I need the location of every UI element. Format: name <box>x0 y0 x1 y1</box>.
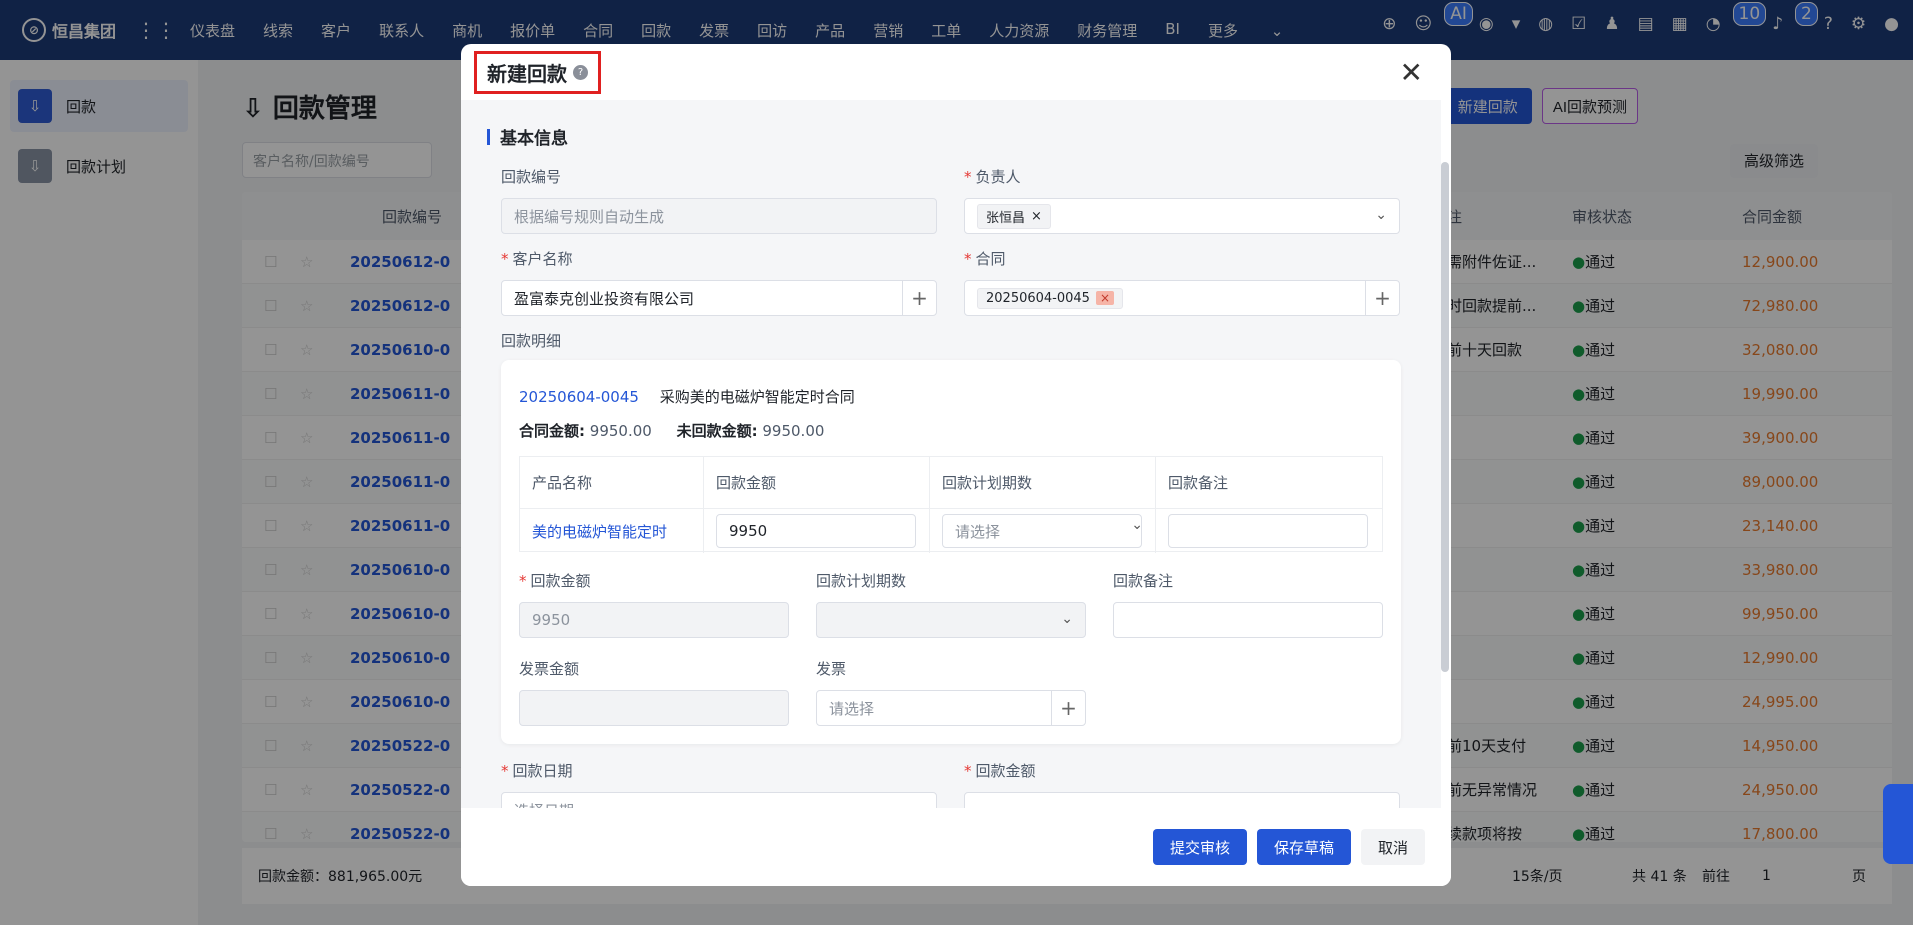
add-customer-icon[interactable]: + <box>902 281 936 315</box>
add-invoice-icon[interactable]: + <box>1051 691 1085 725</box>
col-remark: 回款备注 <box>1168 474 1229 492</box>
customer-field[interactable]: 盈富泰克创业投资有限公司 + <box>501 280 937 316</box>
dialog-header: 新建回款 ? ✕ <box>461 44 1451 100</box>
payment-detail-card: 20250604-0045 采购美的电磁炉智能定时合同 合同金额: 9950.0… <box>501 360 1401 744</box>
cancel-button[interactable]: 取消 <box>1360 829 1425 865</box>
plan-select[interactable]: ⌄ <box>816 602 1086 638</box>
amount-label-text: 回款金额 <box>530 572 591 590</box>
dialog-title: 新建回款 <box>487 62 567 86</box>
contract-label: * 合同 <box>964 250 1006 268</box>
chevron-down-icon: ⌄ <box>1375 207 1387 223</box>
invoice-placeholder: 请选择 <box>829 699 875 718</box>
dialog-scrollbar[interactable] <box>1441 162 1449 672</box>
amount-label: * 回款金额 <box>519 572 591 590</box>
dialog-body: 基本信息 回款编号 根据编号规则自动生成 * 负责人 张恒昌 × ⌄ * 客户名称 盈… <box>461 100 1441 850</box>
chevron-down-icon: ⌄ <box>1131 517 1143 533</box>
owner-select[interactable]: 张恒昌 × ⌄ <box>964 198 1400 234</box>
contract-tag: 20250604-0045 × <box>977 287 1124 309</box>
row-plan-placeholder: 请选择 <box>955 522 1001 541</box>
product-name[interactable]: 美的电磁炉智能定时 <box>520 509 704 553</box>
invoice-amount-field[interactable] <box>519 690 789 726</box>
remark-label: 回款备注 <box>1113 572 1174 590</box>
amount2-label-text: 回款金额 <box>975 762 1036 780</box>
detail-contract-name: 采购美的电磁炉智能定时合同 <box>659 388 855 406</box>
add-contract-icon[interactable]: + <box>1365 281 1399 315</box>
amount2-label: * 回款金额 <box>964 762 1036 780</box>
detail-contract-link[interactable]: 20250604-0045 <box>519 388 639 406</box>
chevron-down-icon: ⌄ <box>1061 611 1073 627</box>
row-plan-select[interactable]: 请选择 ⌄ <box>942 514 1143 548</box>
owner-label-text: 负责人 <box>975 168 1021 186</box>
unpaid-label: 未回款金额: <box>676 422 758 440</box>
unpaid-value: 9950.00 <box>762 422 825 440</box>
owner-tag: 张恒昌 × <box>977 203 1051 229</box>
customer-label-text: 客户名称 <box>512 250 573 268</box>
plan-cell: 请选择 ⌄ <box>930 509 1156 553</box>
submit-button[interactable]: 提交审核 <box>1152 829 1247 865</box>
date-label-text: 回款日期 <box>512 762 573 780</box>
dialog-footer: 提交审核 保存草稿 取消 <box>461 808 1451 886</box>
detail-contract-line: 20250604-0045 采购美的电磁炉智能定时合同 <box>519 386 855 407</box>
detail-label: 回款明细 <box>501 332 562 350</box>
new-payment-dialog: 新建回款 ? ✕ 基本信息 回款编号 根据编号规则自动生成 * 负责人 张恒昌 × … <box>461 44 1451 886</box>
col-plan: 回款计划期数 <box>930 457 1156 508</box>
col-amount: 回款金额 <box>704 457 930 508</box>
contract-amount-value: 9950.00 <box>589 422 652 440</box>
owner-label: * 负责人 <box>964 168 1021 186</box>
remark-cell <box>1156 509 1382 553</box>
remark-field[interactable] <box>1113 602 1383 638</box>
invoice-amount-label: 发票金额 <box>519 660 580 678</box>
floating-tools[interactable] <box>1883 784 1913 864</box>
section-basic: 基本信息 <box>487 124 568 149</box>
save-draft-button[interactable]: 保存草稿 <box>1256 829 1351 865</box>
section-basic-label: 基本信息 <box>500 129 568 149</box>
customer-value: 盈富泰克创业投资有限公司 <box>514 289 695 308</box>
amount-field[interactable]: 9950 <box>519 602 789 638</box>
tag-close-icon[interactable]: × <box>1095 291 1115 305</box>
invoice-label: 发票 <box>816 660 847 678</box>
code-label: 回款编号 <box>501 168 562 186</box>
contract-amount-label: 合同金额: <box>519 422 585 440</box>
contract-tag-label: 20250604-0045 <box>986 290 1090 306</box>
plan-label: 回款计划期数 <box>816 572 907 590</box>
detail-table: 产品名称 回款金额 回款计划期数 回款备注 美的电磁炉智能定时 9950 请选择… <box>519 456 1383 553</box>
invoice-select[interactable]: 请选择 + <box>816 690 1086 726</box>
tag-close-icon[interactable]: × <box>1031 209 1042 224</box>
detail-table-header: 产品名称 回款金额 回款计划期数 回款备注 <box>520 457 1382 509</box>
col-product: 产品名称 <box>520 457 704 508</box>
detail-amount-line: 合同金额: 9950.00 未回款金额: 9950.00 <box>519 420 824 441</box>
row-remark-input[interactable] <box>1168 514 1368 548</box>
row-amount-input[interactable]: 9950 <box>716 514 916 548</box>
table-row: 美的电磁炉智能定时 9950 请选择 ⌄ <box>520 509 1382 553</box>
dialog-title-box: 新建回款 ? <box>474 51 601 94</box>
contract-label-text: 合同 <box>975 250 1006 268</box>
amount-cell: 9950 <box>704 509 930 553</box>
close-icon[interactable]: ✕ <box>1400 56 1423 89</box>
code-field[interactable]: 根据编号规则自动生成 <box>501 198 937 234</box>
help-icon[interactable]: ? <box>573 65 588 80</box>
customer-label: * 客户名称 <box>501 250 573 268</box>
contract-field[interactable]: 20250604-0045 × + <box>964 280 1400 316</box>
date-label: * 回款日期 <box>501 762 573 780</box>
owner-tag-label: 张恒昌 <box>986 210 1026 226</box>
